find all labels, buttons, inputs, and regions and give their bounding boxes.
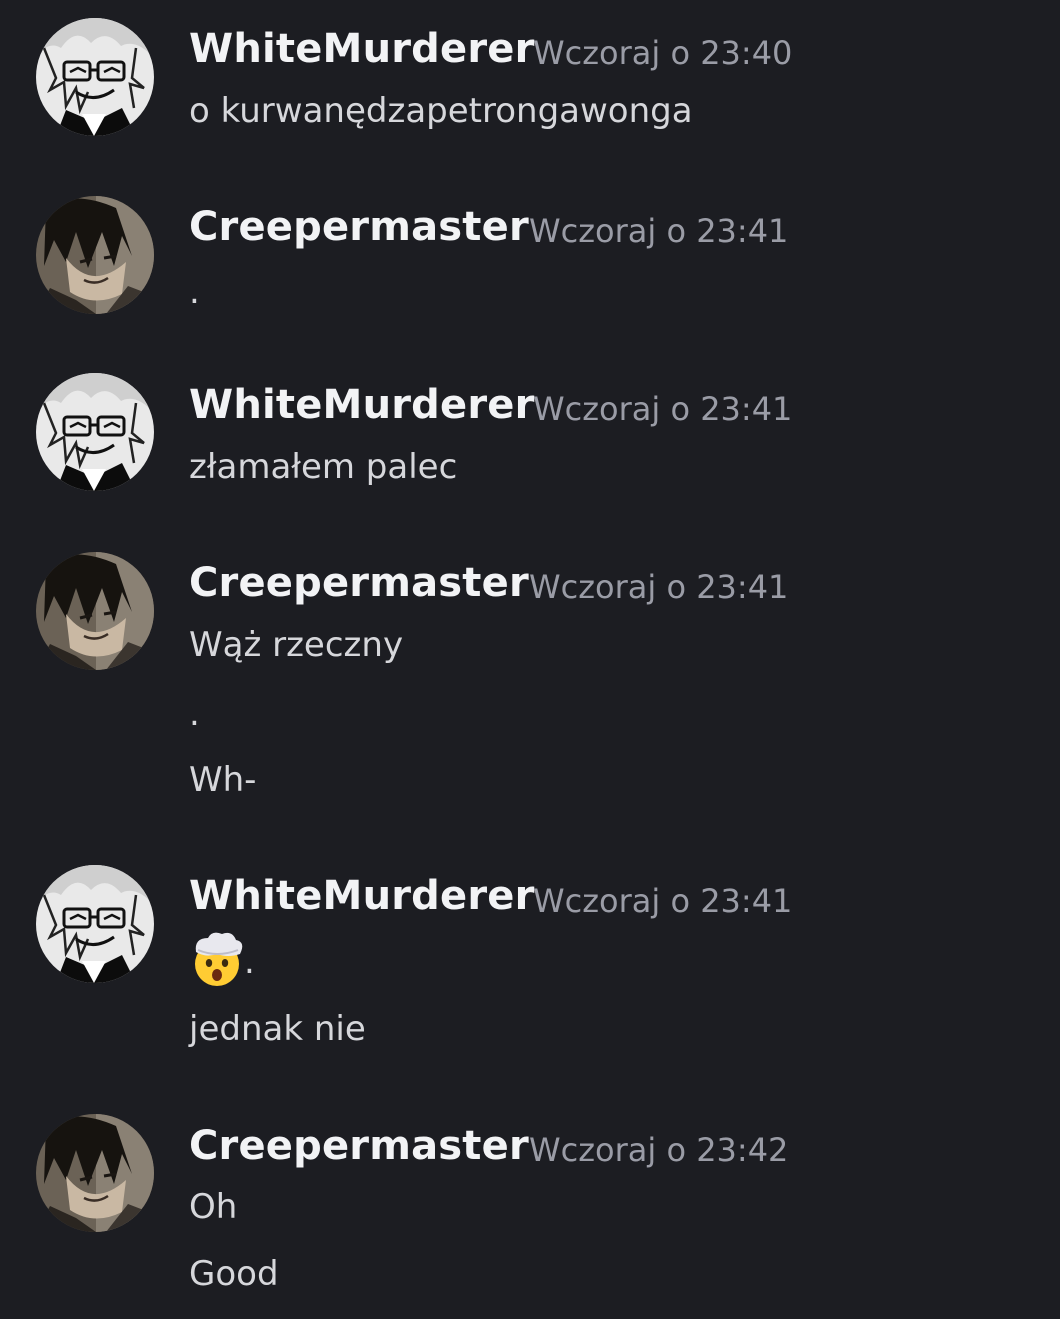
message-text: jednak nie xyxy=(189,1009,366,1049)
message-text: . xyxy=(189,272,200,312)
exploding-head-emoji-icon xyxy=(188,930,246,988)
message-text: . xyxy=(189,694,200,734)
author-name[interactable]: Creepermaster xyxy=(189,1123,529,1169)
message-timestamp: Wczoraj o 23:41 xyxy=(529,568,789,606)
message-text: Oh xyxy=(189,1187,238,1227)
message-text: . xyxy=(244,942,255,982)
author-name[interactable]: WhiteMurderer xyxy=(189,26,535,72)
white-murderer-avatar-icon[interactable] xyxy=(36,373,154,491)
message-timestamp: Wczoraj o 23:42 xyxy=(529,1131,789,1169)
white-murderer-avatar-icon[interactable] xyxy=(36,18,154,136)
author-name[interactable]: WhiteMurderer xyxy=(189,873,535,919)
message-text: Good xyxy=(189,1254,279,1294)
author-name[interactable]: Creepermaster xyxy=(189,560,529,606)
message-timestamp: Wczoraj o 23:41 xyxy=(529,212,789,250)
author-name[interactable]: WhiteMurderer xyxy=(189,382,535,428)
message-timestamp: Wczoraj o 23:41 xyxy=(533,882,793,920)
white-murderer-avatar-icon[interactable] xyxy=(36,865,154,983)
message-text: Wąż rzeczny xyxy=(189,625,404,665)
creepermaster-avatar-icon[interactable] xyxy=(36,1114,154,1232)
message-text: złamałem palec xyxy=(189,447,458,487)
message-timestamp: Wczoraj o 23:40 xyxy=(533,34,793,72)
author-name[interactable]: Creepermaster xyxy=(189,204,529,250)
message-text: Wh- xyxy=(189,760,257,800)
creepermaster-avatar-icon[interactable] xyxy=(36,552,154,670)
message-text: o kurwanędzapetrongawonga xyxy=(189,91,693,131)
message-timestamp: Wczoraj o 23:41 xyxy=(533,390,793,428)
creepermaster-avatar-icon[interactable] xyxy=(36,196,154,314)
